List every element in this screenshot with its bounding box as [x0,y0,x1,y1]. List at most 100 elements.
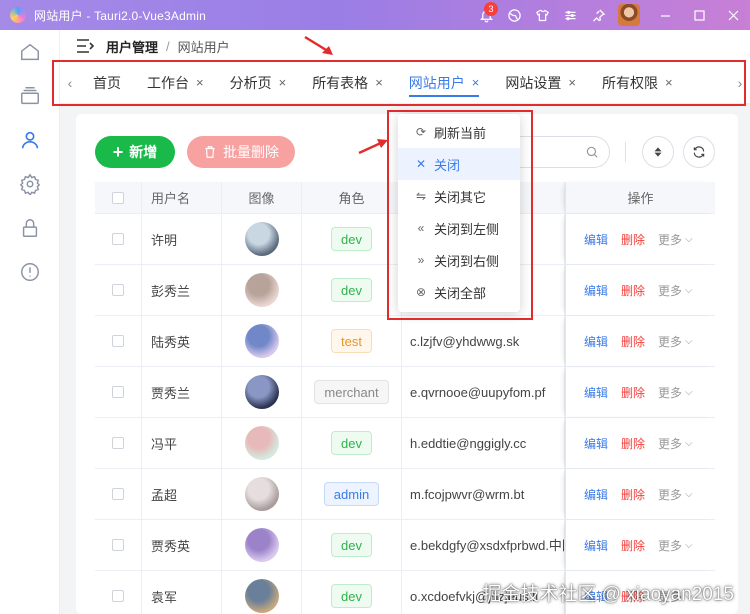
user-avatar-image[interactable] [244,324,279,358]
context-menu-item-label: 关闭其它 [434,189,487,205]
tabs-scroll-right-button[interactable]: › [730,62,750,104]
more-dropdown[interactable]: 更多 ⌵ [658,384,693,401]
cell-role: dev [302,520,402,570]
context-menu-item[interactable]: ⟳ 刷新当前 [398,116,520,148]
tab-item[interactable]: 所有表格 × [299,62,396,104]
refresh-icon [693,146,705,158]
edit-button[interactable]: 编辑 [584,231,608,248]
tab-item[interactable]: 首页 [80,62,134,104]
sidebar-item-home[interactable] [0,30,60,74]
row-checkbox[interactable] [112,488,124,500]
tab-item[interactable]: 工作台 × [134,62,217,104]
batch-delete-button[interactable]: 批量删除 [187,136,295,168]
select-all-checkbox[interactable] [112,191,124,204]
more-dropdown[interactable]: 更多 ⌵ [658,486,693,503]
notification-button[interactable]: 3 [472,0,500,30]
tab-item[interactable]: 网站用户 × [396,62,493,104]
shirt-icon [535,9,549,21]
more-dropdown[interactable]: 更多 ⌵ [658,435,693,452]
refresh-button[interactable] [683,136,715,168]
user-avatar-image[interactable] [244,426,279,460]
row-checkbox[interactable] [112,539,124,551]
edit-button[interactable]: 编辑 [584,282,608,299]
sidebar-item-error[interactable] [0,250,60,294]
settings-sliders-button[interactable] [556,0,584,30]
cell-avatar [222,520,302,570]
tab-label: 工作台 [147,74,189,91]
sidebar-item-settings[interactable] [0,162,60,206]
menu-fold-icon[interactable] [76,38,94,54]
role-tag: test [331,329,372,353]
row-select-cell [95,265,142,315]
user-avatar-image[interactable] [244,222,279,256]
header-role: 角色 [302,182,402,213]
user-avatar-image[interactable] [244,477,279,511]
context-menu-item[interactable]: ⊗ 关闭全部 [398,276,520,308]
user-avatar-image[interactable] [244,375,279,409]
page-scrollbar[interactable] [741,104,750,614]
cell-role: dev [302,265,402,315]
edit-button[interactable]: 编辑 [584,384,608,401]
maximize-button[interactable] [682,0,716,30]
breadcrumb-separator: / [166,38,170,54]
sidebar-item-components[interactable] [0,74,60,118]
edit-button[interactable]: 编辑 [584,537,608,554]
more-dropdown[interactable]: 更多 ⌵ [658,231,693,248]
context-menu-item[interactable]: ⇋ 关闭其它 [398,180,520,212]
context-menu-item[interactable]: « 关闭到左侧 [398,212,520,244]
delete-button[interactable]: 删除 [621,282,645,299]
cell-role: dev [302,214,402,264]
edit-button[interactable]: 编辑 [584,486,608,503]
tab-close-icon[interactable]: × [568,75,576,90]
user-avatar-image[interactable] [244,528,279,562]
close-window-button[interactable] [716,0,750,30]
context-menu-item[interactable]: » 关闭到右侧 [398,244,520,276]
row-checkbox[interactable] [112,590,124,602]
user-avatar[interactable] [618,4,640,26]
breadcrumb-parent[interactable]: 用户管理 [106,37,158,56]
minimize-button[interactable] [648,0,682,30]
row-checkbox[interactable] [112,335,124,347]
tab-close-icon[interactable]: × [665,75,673,90]
edit-button[interactable]: 编辑 [584,435,608,452]
edit-button[interactable]: 编辑 [584,333,608,350]
row-checkbox[interactable] [112,284,124,296]
tab-label: 网站用户 [408,74,465,91]
delete-button[interactable]: 删除 [621,333,645,350]
skin-button[interactable] [528,0,556,30]
more-dropdown[interactable]: 更多 ⌵ [658,282,693,299]
chevron-right-icon: › [737,74,743,91]
pin-button[interactable] [584,0,612,30]
cell-ops: 编辑 删除 更多 ⌵ [565,520,715,570]
sidebar-item-users[interactable] [0,118,60,162]
context-menu-item[interactable]: ✕ 关闭 [398,148,520,180]
tab-item[interactable]: 分析页 × [217,62,300,104]
more-dropdown[interactable]: 更多 ⌵ [658,333,693,350]
more-dropdown[interactable]: 更多 ⌵ [658,537,693,554]
user-avatar-image[interactable] [244,579,279,613]
add-button[interactable]: + 新增 [95,136,175,168]
tab-close-icon[interactable]: × [472,75,480,90]
column-sort-button[interactable] [642,136,674,168]
delete-button[interactable]: 删除 [621,537,645,554]
delete-button[interactable]: 删除 [621,435,645,452]
tab-item[interactable]: 所有权限 × [589,62,686,104]
tab-item[interactable]: 网站设置 × [492,62,589,104]
row-checkbox[interactable] [112,233,124,245]
row-checkbox[interactable] [112,437,124,449]
tab-label: 所有表格 [312,74,369,91]
row-checkbox[interactable] [112,386,124,398]
language-button[interactable] [500,0,528,30]
user-avatar-image[interactable] [244,273,279,307]
sidebar-item-permissions[interactable] [0,206,60,250]
search-input[interactable] [520,136,610,168]
tabs-scroll-left-button[interactable]: ‹ [60,62,80,104]
delete-button[interactable]: 删除 [621,231,645,248]
tab-close-icon[interactable]: × [279,75,287,90]
delete-button[interactable]: 删除 [621,384,645,401]
tab-close-icon[interactable]: × [196,75,204,90]
context-menu-item-icon: ⟳ [415,125,427,139]
delete-button[interactable]: 删除 [621,486,645,503]
context-menu-item-label: 关闭到左侧 [434,221,500,237]
tab-close-icon[interactable]: × [375,75,383,90]
